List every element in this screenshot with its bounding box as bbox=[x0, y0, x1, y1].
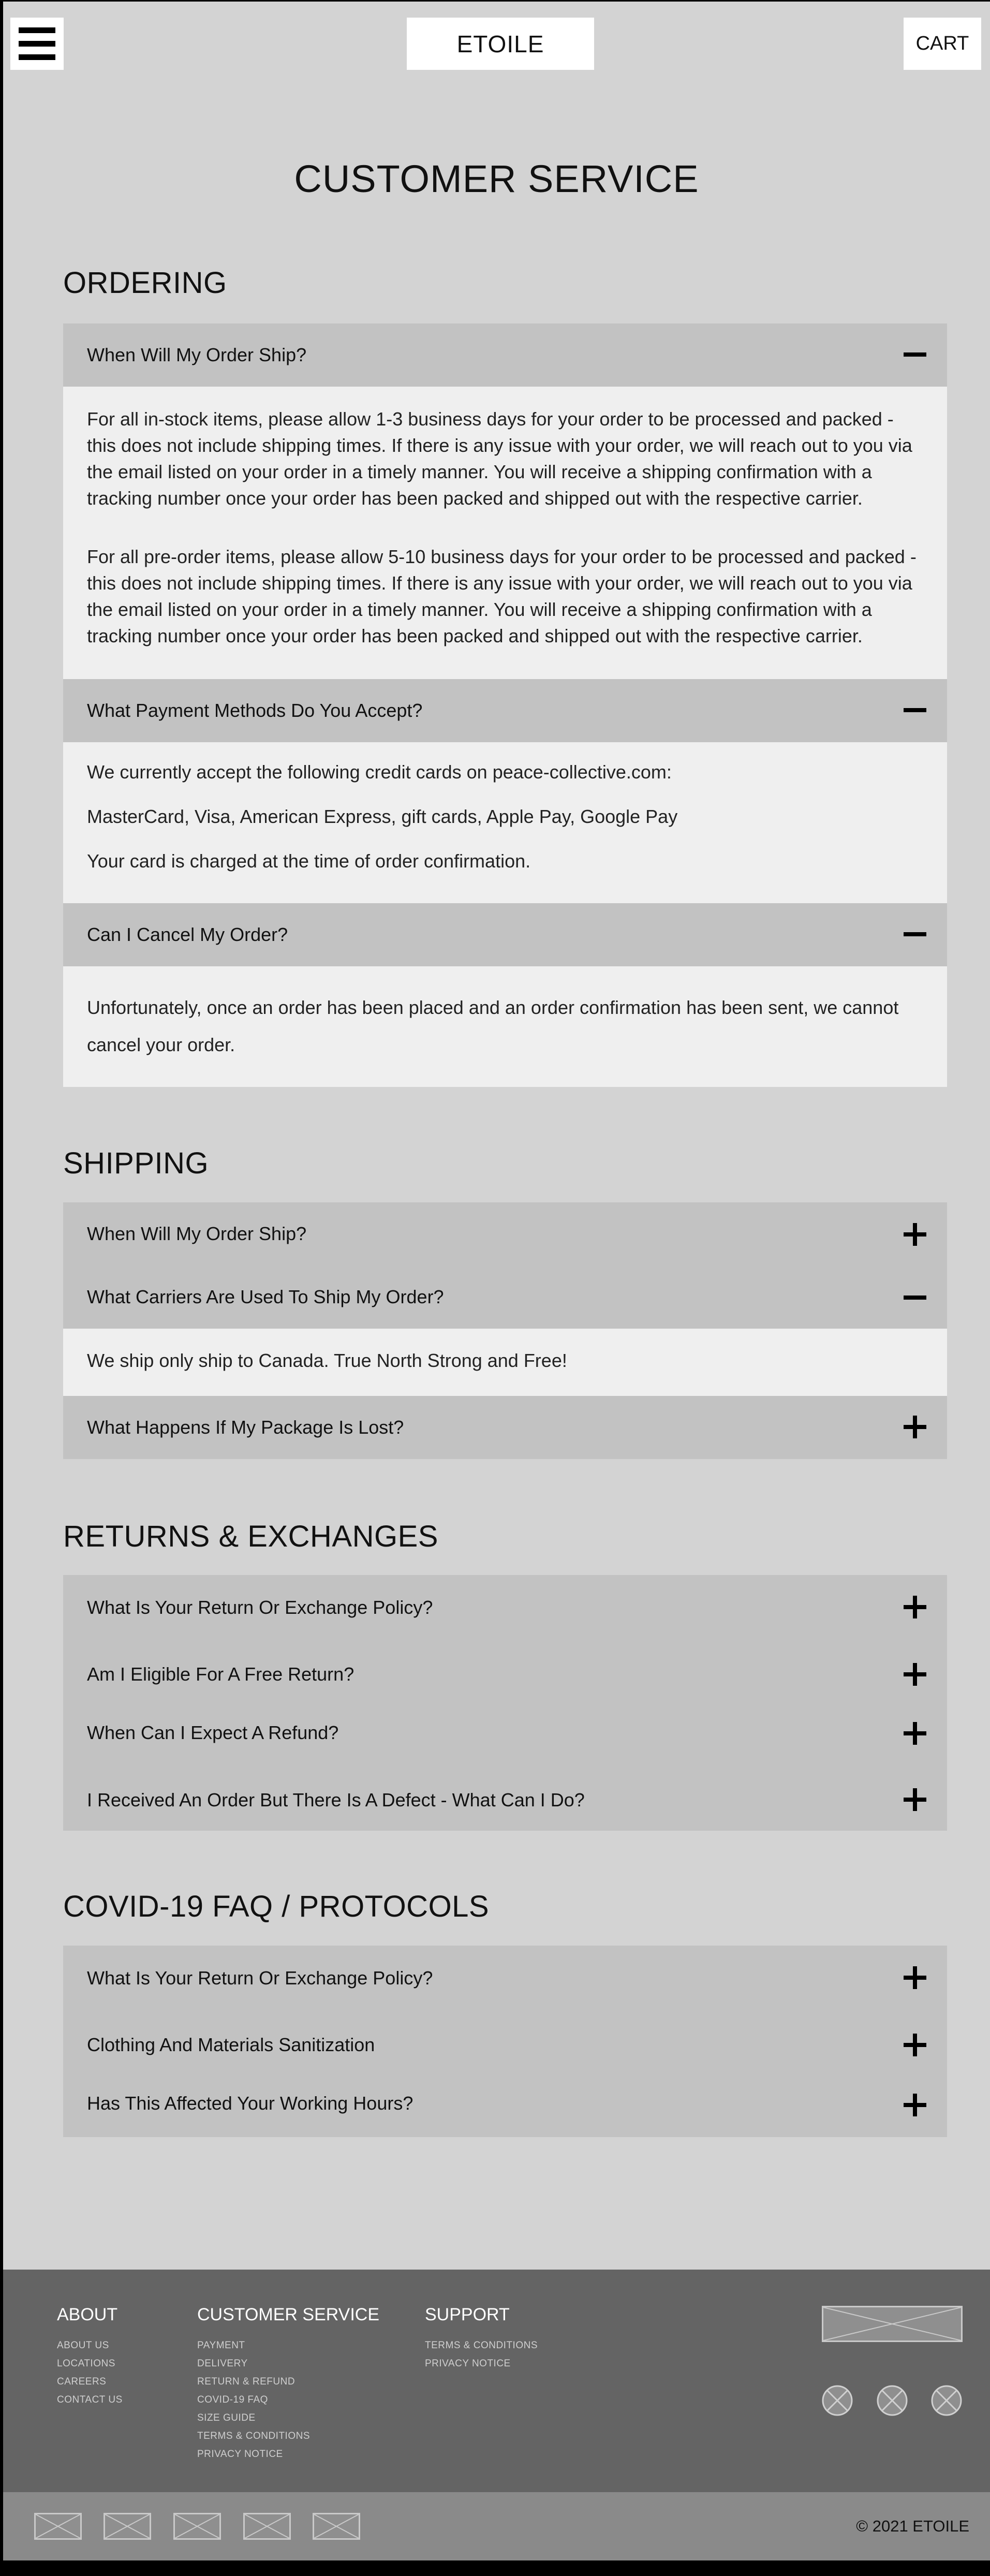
minus-icon[interactable] bbox=[904, 343, 926, 366]
faq-question[interactable]: What Is Your Return Or Exchange Policy? bbox=[63, 1946, 947, 2010]
hamburger-menu-icon[interactable] bbox=[10, 18, 64, 70]
faq-question[interactable]: What Is Your Return Or Exchange Policy? bbox=[63, 1575, 947, 1639]
minus-icon[interactable] bbox=[904, 1286, 926, 1309]
minus-icon[interactable] bbox=[904, 923, 926, 946]
faq-question[interactable]: Can I Cancel My Order? bbox=[63, 903, 947, 966]
faq-question-label: What Carriers Are Used To Ship My Order? bbox=[87, 1286, 444, 1307]
footer-link[interactable]: SIZE GUIDE bbox=[197, 2412, 256, 2424]
footer-customer-service-title: CUSTOMER SERVICE bbox=[197, 2305, 380, 2324]
plus-icon[interactable] bbox=[904, 1596, 926, 1618]
payment-icon bbox=[313, 2513, 360, 2540]
section-title-returns: RETURNS & EXCHANGES bbox=[63, 1520, 438, 1553]
social-icon[interactable] bbox=[931, 2385, 962, 2416]
menu-bar bbox=[19, 54, 55, 60]
cart-button[interactable]: CART bbox=[904, 18, 981, 70]
faq-answer: We ship only ship to Canada. True North … bbox=[63, 1329, 947, 1396]
faq-question[interactable]: I Received An Order But There Is A Defec… bbox=[63, 1765, 947, 1831]
faq-answer: We currently accept the following credit… bbox=[63, 742, 947, 903]
faq-question-label: Has This Affected Your Working Hours? bbox=[87, 2093, 413, 2114]
section-title-ordering: ORDERING bbox=[63, 266, 227, 300]
faq-answer: Unfortunately, once an order has been pl… bbox=[63, 966, 947, 1087]
payment-icon bbox=[243, 2513, 291, 2540]
faq-answer-text: For all pre-order items, please allow 5-… bbox=[87, 546, 917, 646]
social-icon[interactable] bbox=[822, 2385, 853, 2416]
faq-answer-text: Unfortunately, once an order has been pl… bbox=[87, 997, 899, 1055]
footer-link[interactable]: LOCATIONS bbox=[57, 2358, 115, 2369]
faq-question[interactable]: What Carriers Are Used To Ship My Order? bbox=[63, 1265, 947, 1329]
returns-faq: What Is Your Return Or Exchange Policy? … bbox=[63, 1575, 947, 1831]
faq-answer-text: We currently accept the following credit… bbox=[87, 761, 672, 783]
faq-question-label: Am I Eligible For A Free Return? bbox=[87, 1664, 354, 1685]
minus-icon[interactable] bbox=[904, 699, 926, 722]
faq-question-label: What Payment Methods Do You Accept? bbox=[87, 700, 423, 721]
section-title-covid: COVID-19 FAQ / PROTOCOLS bbox=[63, 1890, 490, 1923]
faq-question-label: Clothing And Materials Sanitization bbox=[87, 2034, 375, 2055]
footer-link[interactable]: TERMS & CONDITIONS bbox=[197, 2431, 310, 2442]
footer-link[interactable]: CAREERS bbox=[57, 2376, 106, 2388]
faq-question[interactable]: When Can I Expect A Refund? bbox=[63, 1701, 947, 1765]
footer-link[interactable]: PRIVACY NOTICE bbox=[197, 2449, 283, 2460]
faq-question-label: When Can I Expect A Refund? bbox=[87, 1722, 339, 1743]
faq-question-label: What Is Your Return Or Exchange Policy? bbox=[87, 1597, 433, 1618]
footer-link[interactable]: RETURN & REFUND bbox=[197, 2376, 295, 2388]
copyright: © 2021 ETOILE bbox=[856, 2517, 969, 2535]
faq-answer-text: For all in-stock items, please allow 1-3… bbox=[87, 408, 912, 509]
bottom-bar bbox=[3, 2492, 990, 2560]
ordering-faq: When Will My Order Ship? For all in-stoc… bbox=[63, 323, 947, 1087]
menu-bar bbox=[19, 27, 55, 33]
faq-question[interactable]: Clothing And Materials Sanitization bbox=[63, 2010, 947, 2072]
faq-answer-text: We ship only ship to Canada. True North … bbox=[87, 1350, 567, 1371]
faq-question[interactable]: Has This Affected Your Working Hours? bbox=[63, 2072, 947, 2137]
payment-icon bbox=[104, 2513, 151, 2540]
footer-link[interactable]: DELIVERY bbox=[197, 2358, 248, 2369]
faq-question-label: When Will My Order Ship? bbox=[87, 344, 307, 365]
plus-icon[interactable] bbox=[904, 1966, 926, 1989]
page-title: CUSTOMER SERVICE bbox=[294, 157, 699, 200]
footer-about-title: ABOUT bbox=[57, 2305, 118, 2324]
shipping-faq: When Will My Order Ship? What Carriers A… bbox=[63, 1202, 947, 1459]
social-icon[interactable] bbox=[877, 2385, 908, 2416]
plus-icon[interactable] bbox=[904, 2034, 926, 2056]
plus-icon[interactable] bbox=[904, 1223, 926, 1246]
footer-link[interactable]: CONTACT US bbox=[57, 2394, 123, 2406]
faq-question[interactable]: Am I Eligible For A Free Return? bbox=[63, 1639, 947, 1701]
faq-question-label: What Is Your Return Or Exchange Policy? bbox=[87, 1967, 433, 1989]
footer: ABOUT ABOUT US LOCATIONS CAREERS CONTACT… bbox=[3, 2270, 990, 2492]
page: ETOILE CART CUSTOMER SERVICE ORDERING Wh… bbox=[0, 0, 990, 2576]
faq-question-label: When Will My Order Ship? bbox=[87, 1223, 307, 1244]
faq-answer: For all in-stock items, please allow 1-3… bbox=[63, 387, 947, 679]
faq-question[interactable]: When Will My Order Ship? bbox=[63, 1202, 947, 1265]
footer-link[interactable]: TERMS & CONDITIONS bbox=[425, 2340, 538, 2351]
faq-question-label: Can I Cancel My Order? bbox=[87, 924, 288, 945]
plus-icon[interactable] bbox=[904, 1722, 926, 1745]
faq-answer-text: Your card is charged at the time of orde… bbox=[87, 850, 531, 872]
plus-icon[interactable] bbox=[904, 1663, 926, 1686]
logo[interactable]: ETOILE bbox=[407, 18, 594, 70]
plus-icon[interactable] bbox=[904, 1788, 926, 1811]
plus-icon[interactable] bbox=[904, 1416, 926, 1438]
footer-logo-image bbox=[822, 2306, 963, 2342]
faq-question-label: I Received An Order But There Is A Defec… bbox=[87, 1789, 585, 1810]
payment-icon bbox=[34, 2513, 82, 2540]
faq-question-label: What Happens If My Package Is Lost? bbox=[87, 1417, 404, 1438]
menu-bar bbox=[19, 41, 55, 47]
footer-support-title: SUPPORT bbox=[425, 2305, 510, 2324]
footer-link[interactable]: COVID-19 FAQ bbox=[197, 2394, 268, 2406]
faq-question[interactable]: What Happens If My Package Is Lost? bbox=[63, 1396, 947, 1459]
footer-link[interactable]: PAYMENT bbox=[197, 2340, 245, 2351]
footer-link[interactable]: ABOUT US bbox=[57, 2340, 109, 2351]
faq-question[interactable]: What Payment Methods Do You Accept? bbox=[63, 679, 947, 742]
covid-faq: What Is Your Return Or Exchange Policy? … bbox=[63, 1946, 947, 2137]
plus-icon[interactable] bbox=[904, 2094, 926, 2116]
faq-answer-text: MasterCard, Visa, American Express, gift… bbox=[87, 806, 678, 827]
section-title-shipping: SHIPPING bbox=[63, 1146, 209, 1180]
page-canvas: ETOILE CART CUSTOMER SERVICE ORDERING Wh… bbox=[3, 2, 990, 2560]
faq-question[interactable]: When Will My Order Ship? bbox=[63, 323, 947, 387]
footer-link[interactable]: PRIVACY NOTICE bbox=[425, 2358, 511, 2369]
payment-icon bbox=[173, 2513, 221, 2540]
